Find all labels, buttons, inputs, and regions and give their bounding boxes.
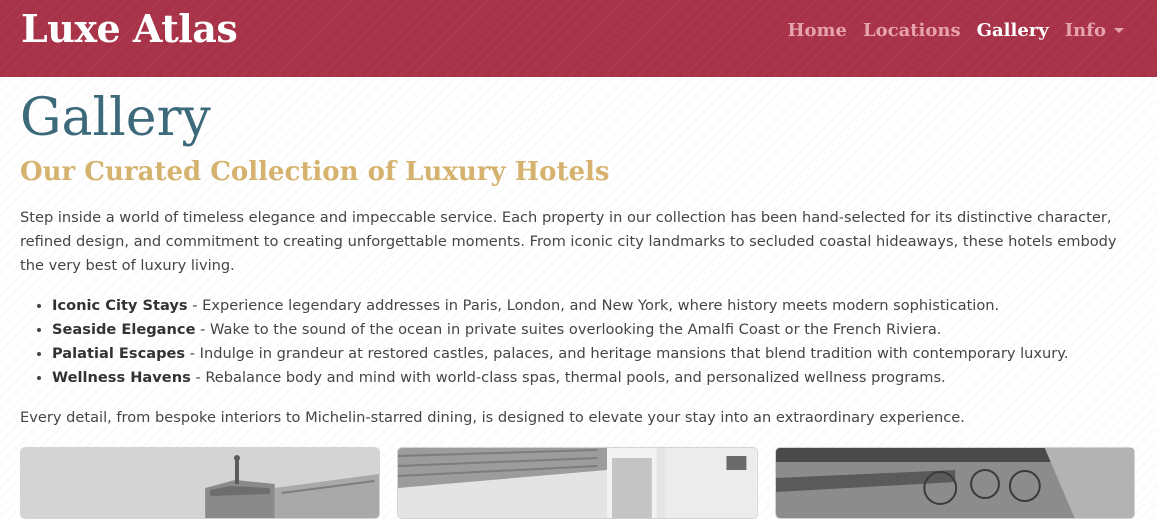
nav-info-dropdown[interactable]: Info xyxy=(1065,20,1124,41)
list-item: Iconic City Stays - Experience legendary… xyxy=(52,294,1135,318)
hotel-photo xyxy=(398,448,757,518)
hotel-photo xyxy=(21,448,380,518)
nav-locations[interactable]: Locations xyxy=(863,20,961,41)
hotel-photo xyxy=(775,448,1134,518)
list-item: Wellness Havens - Rebalance body and min… xyxy=(52,366,1135,390)
outro-paragraph: Every detail, from bespoke interiors to … xyxy=(20,409,965,426)
nav-home[interactable]: Home xyxy=(787,20,847,41)
feature-name: Palatial Escapes xyxy=(52,345,186,362)
feature-text: - Indulge in grandeur at restored castle… xyxy=(185,345,1069,362)
feature-text: - Rebalance body and mind with world-cla… xyxy=(190,369,946,386)
main-content: Gallery Our Curated Collection of Luxury… xyxy=(20,86,1135,430)
feature-name: Seaside Elegance xyxy=(52,321,196,338)
feature-name: Iconic City Stays xyxy=(52,297,188,314)
top-navbar: Luxe Atlas Home Locations Gallery Info xyxy=(0,0,1157,77)
intro-paragraph: Step inside a world of timeless elegance… xyxy=(20,209,1117,274)
list-item: Palatial Escapes - Indulge in grandeur a… xyxy=(52,342,1135,366)
feature-text: - Wake to the sound of the ocean in priv… xyxy=(195,321,942,338)
caret-down-icon xyxy=(1114,28,1124,33)
page-subtitle: Our Curated Collection of Luxury Hotels xyxy=(20,157,610,187)
nav-info-label: Info xyxy=(1064,20,1106,41)
feature-name: Wellness Havens xyxy=(52,369,191,386)
nav-menu: Home Locations Gallery Info xyxy=(787,20,1124,41)
gallery-grid xyxy=(20,447,1135,519)
list-item: Seaside Elegance - Wake to the sound of … xyxy=(52,318,1135,342)
gallery-card-dining-hotel[interactable] xyxy=(774,447,1135,519)
page-title: Gallery xyxy=(20,88,211,148)
feature-list: Iconic City Stays - Experience legendary… xyxy=(20,294,1135,390)
gallery-card-city-hotel[interactable] xyxy=(20,447,381,519)
nav-gallery[interactable]: Gallery xyxy=(977,20,1049,41)
gallery-card-seaside-hotel[interactable] xyxy=(397,447,758,519)
feature-text: - Experience legendary addresses in Pari… xyxy=(187,297,1000,314)
brand-logo[interactable]: Luxe Atlas xyxy=(21,6,238,51)
